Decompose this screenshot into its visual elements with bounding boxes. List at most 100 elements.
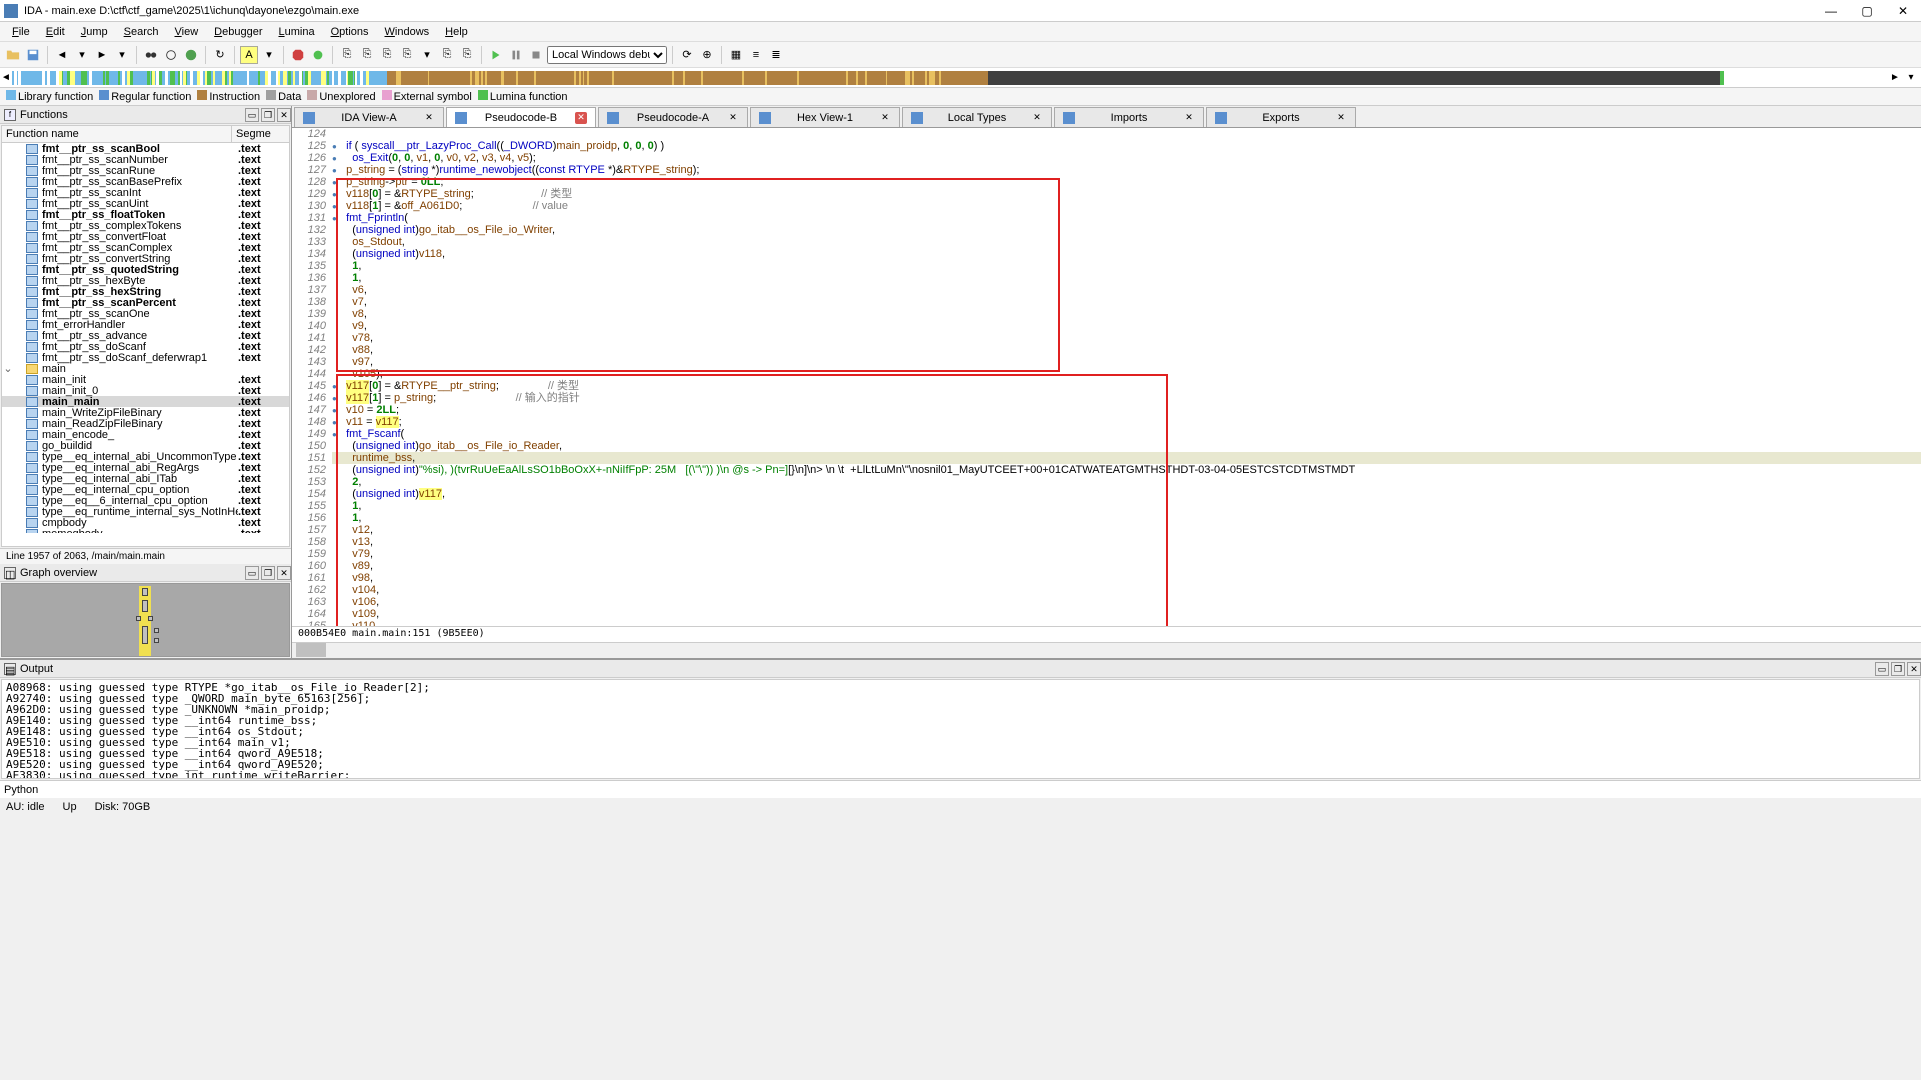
code-line[interactable]: 155 1, (292, 500, 1921, 512)
tab-close-icon[interactable]: ✕ (727, 112, 739, 124)
pane-minimize-icon[interactable]: ▭ (245, 566, 259, 580)
code-line[interactable]: 152 (unsigned int)"%si), )(tvrRuUeEaAlLs… (292, 464, 1921, 476)
function-row[interactable]: fmt__ptr_ss_scanPercent.text (2, 297, 289, 308)
tab-hex-view-1[interactable]: Hex View-1✕ (750, 107, 900, 127)
functions-list[interactable]: Function name Segme fmt__ptr_ss_scanBool… (1, 125, 290, 547)
tab-imports[interactable]: Imports✕ (1054, 107, 1204, 127)
step-icon[interactable]: ⎘ (378, 46, 396, 64)
debugger-select[interactable]: Local Windows debugger (547, 46, 667, 64)
tab-close-icon[interactable]: ✕ (423, 112, 435, 124)
function-row[interactable]: fmt__ptr_ss_convertString.text (2, 253, 289, 264)
code-line[interactable]: 148 v11 = v117; (292, 416, 1921, 428)
tab-close-icon[interactable]: ✕ (1183, 112, 1195, 124)
step-icon[interactable]: ⎘ (438, 46, 456, 64)
function-row[interactable]: go_buildid.text (2, 440, 289, 451)
function-row[interactable]: type__eq_internal_cpu_option.text (2, 484, 289, 495)
nav-dropdown-icon[interactable]: ▾ (1901, 72, 1921, 83)
code-line[interactable]: 151 runtime_bss, (292, 452, 1921, 464)
code-line[interactable]: 140 v9, (292, 320, 1921, 332)
function-row[interactable]: fmt__ptr_ss_scanComplex.text (2, 242, 289, 253)
menu-edit[interactable]: Edit (38, 26, 73, 38)
menu-help[interactable]: Help (437, 26, 476, 38)
code-editor[interactable]: 124125 if ( syscall__ptr_LazyProc_Call((… (292, 128, 1921, 626)
function-row[interactable]: fmt__ptr_ss_hexByte.text (2, 275, 289, 286)
tab-pseudocode-a[interactable]: Pseudocode-A✕ (598, 107, 748, 127)
nav-bar[interactable] (12, 71, 1889, 85)
function-row[interactable]: fmt__ptr_ss_doScanf_deferwrap1.text (2, 352, 289, 363)
code-line[interactable]: 153 2, (292, 476, 1921, 488)
code-line[interactable]: 131 fmt_Fprintln( (292, 212, 1921, 224)
minimize-button[interactable]: — (1813, 1, 1849, 21)
dropdown-icon[interactable]: ▾ (113, 46, 131, 64)
nav-left-icon[interactable]: ◄ (0, 72, 12, 83)
code-line[interactable]: 143 v97, (292, 356, 1921, 368)
nav-right-icon[interactable]: ► (1889, 72, 1901, 83)
menu-options[interactable]: Options (323, 26, 377, 38)
code-line[interactable]: 150 (unsigned int)go_itab__os_File_io_Re… (292, 440, 1921, 452)
code-hscroll[interactable] (292, 642, 1921, 658)
function-row[interactable]: fmt__ptr_ss_scanRune.text (2, 165, 289, 176)
binoculars-icon[interactable] (142, 46, 160, 64)
function-row[interactable]: main_init.text (2, 374, 289, 385)
tab-pseudocode-b[interactable]: Pseudocode-B✕ (446, 107, 596, 127)
code-line[interactable]: 157 v12, (292, 524, 1921, 536)
maximize-button[interactable]: ▢ (1849, 1, 1885, 21)
function-row[interactable]: fmt__ptr_ss_complexTokens.text (2, 220, 289, 231)
graph-overview[interactable] (1, 583, 290, 657)
pause-icon[interactable] (507, 46, 525, 64)
code-line[interactable]: 156 1, (292, 512, 1921, 524)
code-line[interactable]: 138 v7, (292, 296, 1921, 308)
pane-close-icon[interactable]: ✕ (277, 566, 291, 580)
function-row[interactable]: type__eq_runtime_internal_sys_NotInHeap.… (2, 506, 289, 517)
function-row[interactable]: type__eq_internal_abi_UncommonType.text (2, 451, 289, 462)
tool-icon[interactable]: ≣ (767, 46, 785, 64)
code-line[interactable]: 165 v110, (292, 620, 1921, 626)
function-row[interactable]: main_ReadZipFileBinary.text (2, 418, 289, 429)
tool-icon[interactable]: ▦ (727, 46, 745, 64)
function-row[interactable]: type__eq_internal_abi_RegArgs.text (2, 462, 289, 473)
refresh-icon[interactable]: ↻ (211, 46, 229, 64)
pane-close-icon[interactable]: ✕ (1907, 662, 1921, 676)
close-button[interactable]: ✕ (1885, 1, 1921, 21)
dropdown-icon[interactable]: ▾ (418, 46, 436, 64)
python-input[interactable] (56, 784, 1921, 796)
function-row[interactable]: ⌄main (2, 363, 289, 374)
code-line[interactable]: 162 v104, (292, 584, 1921, 596)
tool-icon[interactable]: ⟳ (678, 46, 696, 64)
pane-restore-icon[interactable]: ❐ (261, 566, 275, 580)
step-icon[interactable]: ⎘ (458, 46, 476, 64)
code-line[interactable]: 142 v88, (292, 344, 1921, 356)
step-icon[interactable]: ⎘ (398, 46, 416, 64)
stop-icon[interactable] (289, 46, 307, 64)
code-line[interactable]: 154 (unsigned int)v117, (292, 488, 1921, 500)
save-icon[interactable] (24, 46, 42, 64)
menu-search[interactable]: Search (116, 26, 167, 38)
green-dot-icon[interactable] (309, 46, 327, 64)
menu-debugger[interactable]: Debugger (206, 26, 270, 38)
menu-windows[interactable]: Windows (377, 26, 438, 38)
text-icon[interactable]: A (240, 46, 258, 64)
code-line[interactable]: 124 (292, 128, 1921, 140)
function-row[interactable]: memeqbody.text (2, 528, 289, 533)
code-line[interactable]: 139 v8, (292, 308, 1921, 320)
menu-lumina[interactable]: Lumina (270, 26, 322, 38)
arrow-left-icon[interactable]: ◄ (53, 46, 71, 64)
tab-close-icon[interactable]: ✕ (1335, 112, 1347, 124)
code-line[interactable]: 129 v118[0] = &RTYPE_string; // 类型 (292, 188, 1921, 200)
function-row[interactable]: fmt__ptr_ss_scanBool.text (2, 143, 289, 154)
step-icon[interactable]: ⎘ (358, 46, 376, 64)
open-icon[interactable] (4, 46, 22, 64)
code-line[interactable]: 147 v10 = 2LL; (292, 404, 1921, 416)
code-line[interactable]: 130 v118[1] = &off_A061D0; // value (292, 200, 1921, 212)
arrow-right-icon[interactable]: ► (93, 46, 111, 64)
function-row[interactable]: fmt__ptr_ss_hexString.text (2, 286, 289, 297)
function-row[interactable]: fmt__ptr_ss_scanInt.text (2, 187, 289, 198)
tab-close-icon[interactable]: ✕ (879, 112, 891, 124)
tab-close-icon[interactable]: ✕ (575, 112, 587, 124)
dropdown-icon[interactable]: ▾ (73, 46, 91, 64)
code-line[interactable]: 159 v79, (292, 548, 1921, 560)
goto-icon[interactable] (162, 46, 180, 64)
pane-minimize-icon[interactable]: ▭ (245, 108, 259, 122)
function-row[interactable]: main_WriteZipFileBinary.text (2, 407, 289, 418)
function-row[interactable]: fmt__ptr_ss_scanUint.text (2, 198, 289, 209)
